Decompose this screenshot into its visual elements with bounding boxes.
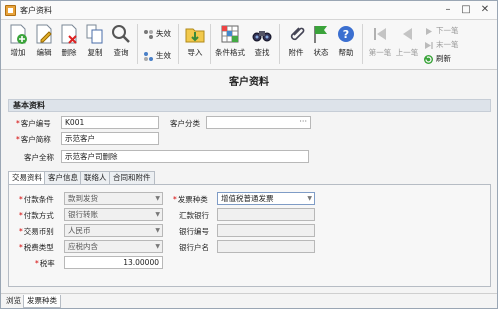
- edit-button[interactable]: 编辑: [31, 23, 57, 65]
- tax-type-label: *税费类型: [19, 243, 54, 252]
- tab-invoice-type[interactable]: 发票种类: [23, 295, 61, 308]
- tab-customer-info[interactable]: 客户信息: [44, 171, 82, 184]
- find-button[interactable]: 查找: [249, 23, 275, 65]
- ellipsis-icon[interactable]: ···: [299, 117, 307, 127]
- prev-record-button[interactable]: 上一笔: [394, 23, 420, 65]
- bank-code-field[interactable]: [217, 224, 315, 237]
- refresh-icon: [424, 54, 433, 64]
- window-title: 客户资料: [20, 6, 52, 15]
- search-icon: [112, 25, 130, 43]
- invalidate-button[interactable]: 失效: [143, 28, 171, 42]
- paperclip-icon: [290, 27, 305, 41]
- toolbar: 增加 编辑 删除 复制 查询 失效 生效 导入 条件格式 查找 附件 状态 ? …: [1, 20, 497, 70]
- basic-info-section: 基本资料 *客户编号 K001 客户分类 ··· *客户简称 示范客户 客户全称…: [8, 99, 491, 165]
- section-header: 基本资料: [8, 99, 491, 112]
- bottom-tab-bar: 浏览 发票种类: [1, 293, 497, 308]
- help-button[interactable]: ? 帮助: [333, 23, 359, 65]
- next-record-icon: [426, 27, 432, 35]
- add-button[interactable]: 增加: [5, 23, 31, 65]
- toolbar-separator: [210, 24, 211, 64]
- chevron-down-icon: ▼: [155, 195, 160, 202]
- edit-doc-icon: [36, 24, 52, 44]
- next-record-button[interactable]: 下一笔: [423, 25, 459, 39]
- payment-method-label: *付款方式: [19, 211, 54, 220]
- full-name-field[interactable]: 示范客户司删除: [61, 150, 309, 163]
- last-record-button[interactable]: 末一笔: [423, 39, 459, 53]
- binoculars-icon: [252, 31, 272, 42]
- close-icon[interactable]: ✕: [478, 3, 492, 17]
- import-button[interactable]: 导入: [182, 23, 208, 65]
- tab-trade[interactable]: 交易资料: [8, 171, 46, 185]
- toolbar-separator: [279, 24, 280, 64]
- refresh-button[interactable]: 刷新: [423, 53, 451, 67]
- currency-label: *交易币别: [19, 227, 54, 236]
- copy-button[interactable]: 复制: [82, 23, 108, 65]
- customer-category-label: 客户分类: [170, 119, 200, 128]
- first-record-button[interactable]: 第一笔: [367, 23, 393, 65]
- bank-account-field[interactable]: [217, 240, 315, 253]
- payment-terms-label: *付款条件: [19, 195, 54, 204]
- delete-button[interactable]: 删除: [56, 23, 82, 65]
- help-icon: ?: [338, 26, 354, 42]
- toolbar-separator: [178, 24, 179, 64]
- grid-format-icon: [221, 25, 239, 43]
- tax-type-select[interactable]: 应税内含 ▼: [64, 240, 163, 253]
- toolbar-separator: [137, 24, 138, 64]
- delete-doc-icon: [61, 24, 77, 44]
- short-name-field[interactable]: 示范客户: [61, 132, 159, 145]
- bank-code-label: 银行编号: [179, 227, 209, 236]
- payment-terms-select[interactable]: 款到发货 ▼: [64, 192, 163, 205]
- query-button[interactable]: 查询: [108, 23, 134, 65]
- short-name-label: *客户简称: [16, 135, 51, 144]
- tax-rate-field[interactable]: 13.00000: [64, 256, 163, 269]
- maximize-icon[interactable]: □: [459, 3, 473, 17]
- title-bar: 客户资料 – □ ✕: [1, 1, 497, 20]
- payment-method-select[interactable]: 银行转账 ▼: [64, 208, 163, 221]
- chevron-down-icon: ▼: [155, 243, 160, 250]
- flag-icon: [314, 26, 327, 43]
- customer-window: 客户资料 – □ ✕ 增加 编辑 删除 复制 查询 失效 生效 导入 条件格式 …: [0, 0, 498, 309]
- tax-rate-label: *税率: [35, 259, 55, 268]
- trade-tab-panel: *付款条件 款到发货 ▼ *付款方式 银行转账 ▼ *交易币别 人民币 ▼ *税费类型…: [8, 184, 491, 287]
- activate-icon: [144, 51, 153, 61]
- attachment-button[interactable]: 附件: [283, 23, 309, 65]
- chevron-down-icon: ▼: [307, 195, 312, 202]
- customer-code-label: *客户编号: [16, 119, 51, 128]
- toolbar-separator: [362, 24, 363, 64]
- first-record-icon: [374, 28, 386, 40]
- invalidate-icon: [144, 29, 153, 39]
- currency-select[interactable]: 人民币 ▼: [64, 224, 163, 237]
- page-title: 客户资料: [229, 77, 269, 88]
- prev-record-icon: [403, 28, 412, 40]
- add-doc-icon: [10, 24, 27, 44]
- status-button[interactable]: 状态: [308, 23, 334, 65]
- app-icon: [5, 5, 16, 16]
- minimize-icon[interactable]: –: [441, 3, 455, 17]
- tab-contacts[interactable]: 联络人: [80, 171, 111, 184]
- invoice-type-label: *发票种类: [173, 195, 208, 204]
- grid-format-button[interactable]: 条件格式: [215, 23, 245, 65]
- import-folder-icon: [185, 28, 205, 43]
- invoice-type-select[interactable]: 增值税普通发票 ▼: [217, 192, 315, 205]
- last-record-icon: [425, 41, 433, 49]
- chevron-down-icon: ▼: [155, 227, 160, 234]
- activate-button[interactable]: 生效: [143, 50, 171, 64]
- tab-contracts[interactable]: 合同和附件: [109, 171, 155, 184]
- customer-code-field[interactable]: K001: [61, 116, 159, 129]
- remit-bank-field[interactable]: [217, 208, 315, 221]
- svg-text:?: ?: [343, 28, 349, 41]
- chevron-down-icon: ▼: [155, 211, 160, 218]
- remit-bank-label: 汇款银行: [179, 211, 209, 220]
- tab-browse[interactable]: 浏览: [3, 295, 24, 308]
- customer-category-field[interactable]: ···: [206, 116, 311, 129]
- full-name-label: 客户全称: [24, 153, 54, 162]
- copy-icon: [86, 24, 103, 44]
- bank-account-label: 银行户名: [179, 243, 209, 252]
